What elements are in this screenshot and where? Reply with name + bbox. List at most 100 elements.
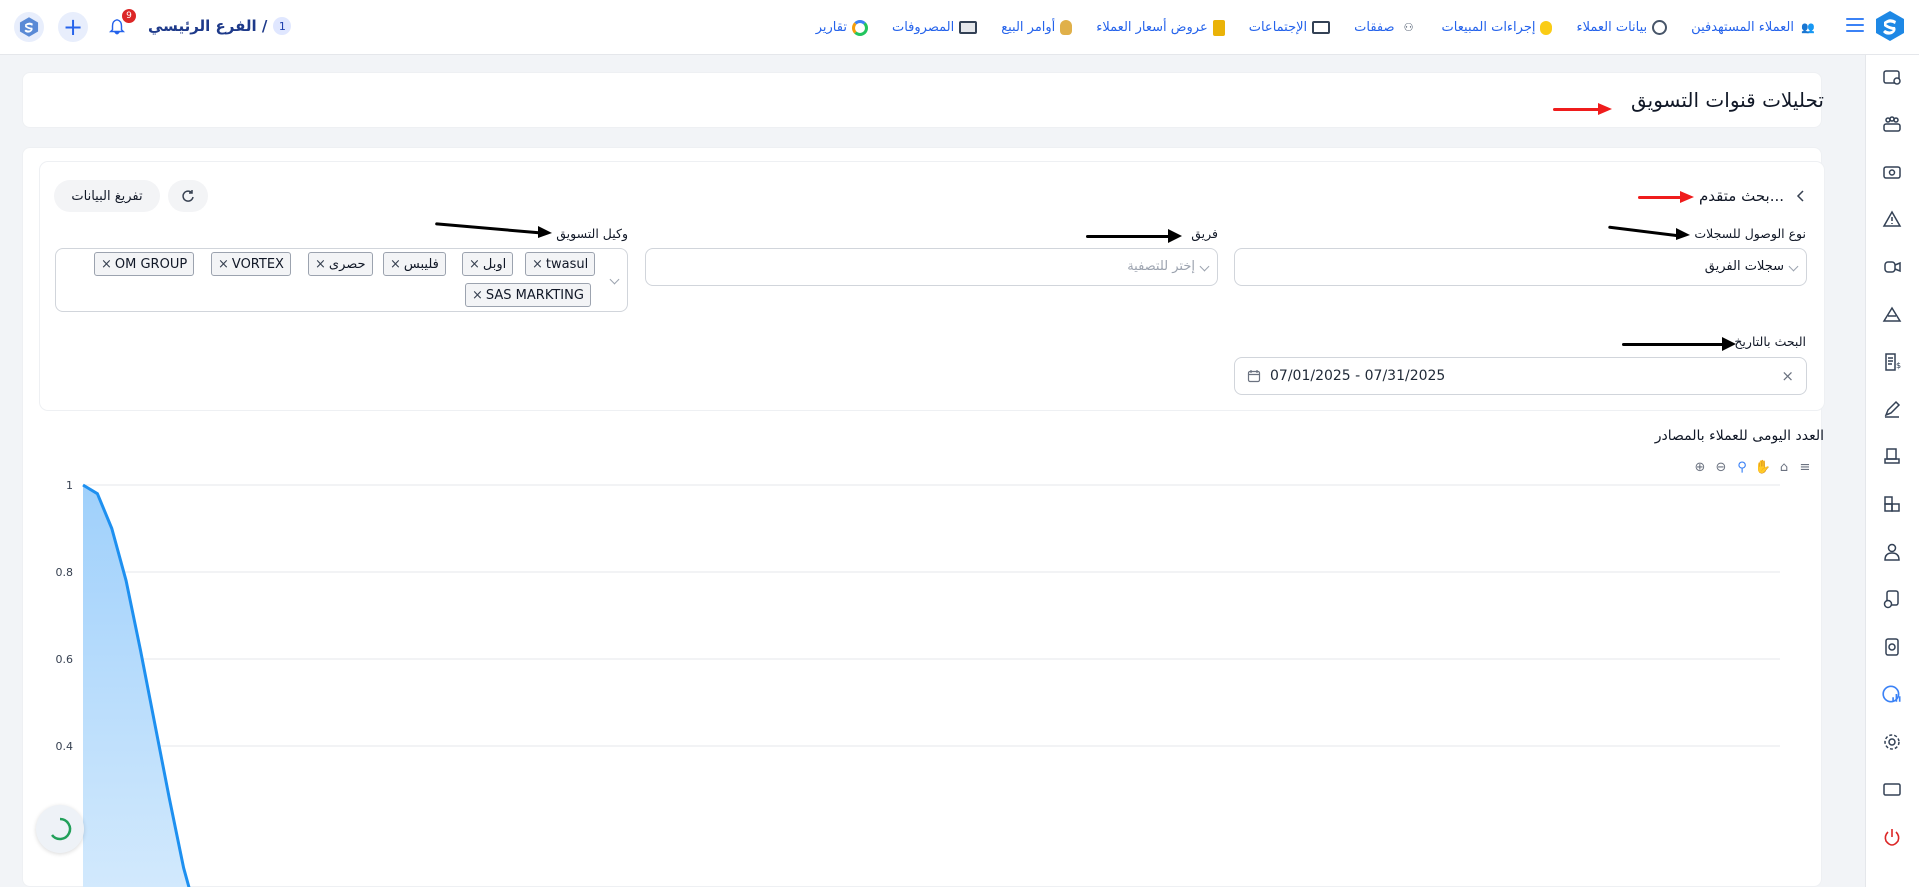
agent-tag[interactable]: × فليبس — [383, 252, 446, 276]
wallet-icon[interactable] — [1880, 65, 1904, 89]
loading-spinner — [36, 805, 84, 853]
doc-add-icon[interactable] — [1880, 587, 1904, 611]
agent-tag[interactable]: × اوبل — [462, 252, 514, 276]
nav-sales-orders[interactable]: أوامر البيع — [989, 20, 1084, 35]
remove-tag-icon[interactable]: × — [218, 257, 229, 272]
nav-expenses[interactable]: المصروفات — [880, 20, 989, 35]
nav-label: بيانات العملاء — [1576, 20, 1648, 35]
settings-icon[interactable] — [1880, 730, 1904, 754]
notifications-button[interactable]: 9 — [102, 9, 136, 42]
cash-icon[interactable] — [1880, 160, 1904, 184]
team-select[interactable]: إختر للتصفية — [645, 248, 1218, 286]
notification-badge: 9 — [122, 9, 136, 23]
remove-tag-icon[interactable]: × — [469, 257, 480, 272]
title-card — [22, 72, 1822, 128]
red-arrow-head — [1680, 191, 1694, 203]
nav-sales-actions[interactable]: إجراءات المبيعات — [1430, 20, 1565, 35]
tag-label: اوبل — [482, 256, 507, 272]
chart-title: العدد اليومى للعملاء بالمصادر — [1654, 428, 1824, 444]
nav-label: تقارير — [815, 20, 847, 35]
logo-small-icon[interactable] — [14, 12, 44, 42]
remove-tag-icon[interactable]: × — [390, 257, 401, 272]
nav-label: العملاء المستهدفين — [1691, 20, 1794, 35]
remove-tag-icon[interactable]: × — [315, 257, 326, 272]
pen-icon[interactable] — [1880, 397, 1904, 421]
clear-date-icon[interactable]: × — [1781, 367, 1794, 385]
remove-tag-icon[interactable]: × — [472, 288, 483, 303]
sales-orders-icon — [1060, 20, 1073, 35]
right-sidebar: $ — [1865, 55, 1919, 887]
chevron-down-icon — [609, 274, 620, 285]
branch-number: 1 — [273, 17, 292, 35]
black-arrow-head — [538, 226, 552, 238]
nav-label: الإجتماعات — [1248, 20, 1308, 35]
top-bar: 👥 العملاء المستهدفين بيانات العملاء إجرا… — [0, 0, 1919, 55]
nav-label: عروض أسعار العملاء — [1096, 20, 1208, 35]
add-button[interactable]: + — [58, 12, 88, 42]
refresh-button[interactable] — [168, 180, 208, 212]
nav-label: إجراءات المبيعات — [1441, 20, 1536, 35]
nav-meetings[interactable]: الإجتماعات — [1237, 20, 1342, 35]
access-type-select[interactable]: سجلات الفريق — [1234, 248, 1807, 286]
deals-icon: ⚇ — [1403, 21, 1414, 34]
svg-text:$: $ — [1896, 361, 1901, 370]
mountain-icon[interactable] — [1880, 302, 1904, 326]
boxes-icon[interactable] — [1880, 492, 1904, 516]
nav-label: المصروفات — [891, 20, 955, 35]
power-icon[interactable] — [1880, 825, 1904, 849]
black-arrow-head — [1676, 228, 1690, 240]
calendar-icon — [1247, 370, 1261, 383]
branch-selector[interactable]: الفرع الرئيسي / 1 — [148, 17, 292, 35]
agent-tag[interactable]: × OM GROUP — [94, 252, 195, 276]
tag-label: VORTEX — [231, 256, 284, 272]
agent-tag[interactable]: × VORTEX — [211, 252, 291, 276]
black-arrow-head — [1168, 229, 1182, 243]
date-search-label: البحث بالتاريخ — [1734, 334, 1806, 349]
remove-tag-icon[interactable]: × — [101, 257, 112, 272]
nav-customer-data[interactable]: بيانات العملاء — [1564, 20, 1679, 35]
tag-label: فليبس — [403, 256, 439, 272]
chart-menu-icon[interactable]: ≡ — [1797, 459, 1813, 475]
analytics-icon[interactable] — [1880, 682, 1904, 706]
clear-data-button[interactable]: تفريغ البيانات — [54, 180, 160, 212]
reports-icon — [851, 19, 868, 36]
page-title: تحليلات قنوات التسويق — [1630, 88, 1824, 112]
nav-target-customers[interactable]: 👥 العملاء المستهدفين — [1679, 19, 1829, 37]
tag-label: SAS MARKTING — [485, 287, 584, 303]
agent-tag[interactable]: × حصرى — [308, 252, 373, 276]
black-arrow-head — [1722, 337, 1736, 351]
access-type-value: سجلات الفريق — [1704, 259, 1784, 274]
chevron-left-icon[interactable] — [1795, 189, 1807, 203]
y-tick-label: 0.8 — [56, 566, 74, 579]
agent-tag[interactable]: × twasul — [525, 252, 596, 276]
nav-reports[interactable]: تقارير — [804, 19, 880, 36]
expenses-icon — [959, 21, 978, 34]
nav-quotes[interactable]: عروض أسعار العملاء — [1084, 19, 1236, 36]
team-label: فريق — [1191, 226, 1218, 241]
date-range-value: 07/01/2025 - 07/31/2025 — [1270, 368, 1446, 384]
team-icon[interactable] — [1880, 112, 1904, 136]
warning-icon[interactable] — [1880, 207, 1904, 231]
invoice-icon[interactable]: $ — [1880, 350, 1904, 374]
user-icon[interactable] — [1880, 540, 1904, 564]
sales-actions-icon — [1540, 20, 1553, 35]
advanced-search-toggle[interactable]: بحث متقدم... — [1699, 187, 1784, 205]
y-tick-label: 0.4 — [56, 740, 74, 753]
doc-search-icon[interactable] — [1880, 635, 1904, 659]
black-arrow-annotation — [1086, 235, 1176, 238]
truck-doc-icon[interactable] — [1880, 445, 1904, 469]
video-icon[interactable] — [1880, 255, 1904, 279]
window-icon[interactable] — [1880, 777, 1904, 801]
nav-deals[interactable]: ⚇ صفقات — [1342, 19, 1429, 37]
remove-tag-icon[interactable]: × — [532, 257, 543, 272]
agent-tag[interactable]: × SAS MARKTING — [465, 283, 591, 307]
date-range-input[interactable]: 07/01/2025 - 07/31/2025 × — [1234, 357, 1807, 395]
spinner-icon — [51, 817, 72, 841]
tag-label: حصرى — [328, 256, 366, 272]
access-type-label: نوع الوصول للسجلات — [1694, 226, 1806, 241]
app-logo-icon[interactable] — [1873, 9, 1907, 43]
menu-toggle-icon[interactable] — [1846, 18, 1864, 32]
agent-label: وكيل التسويق — [556, 226, 628, 241]
tag-label: twasul — [545, 256, 589, 272]
tag-label: OM GROUP — [114, 256, 188, 272]
